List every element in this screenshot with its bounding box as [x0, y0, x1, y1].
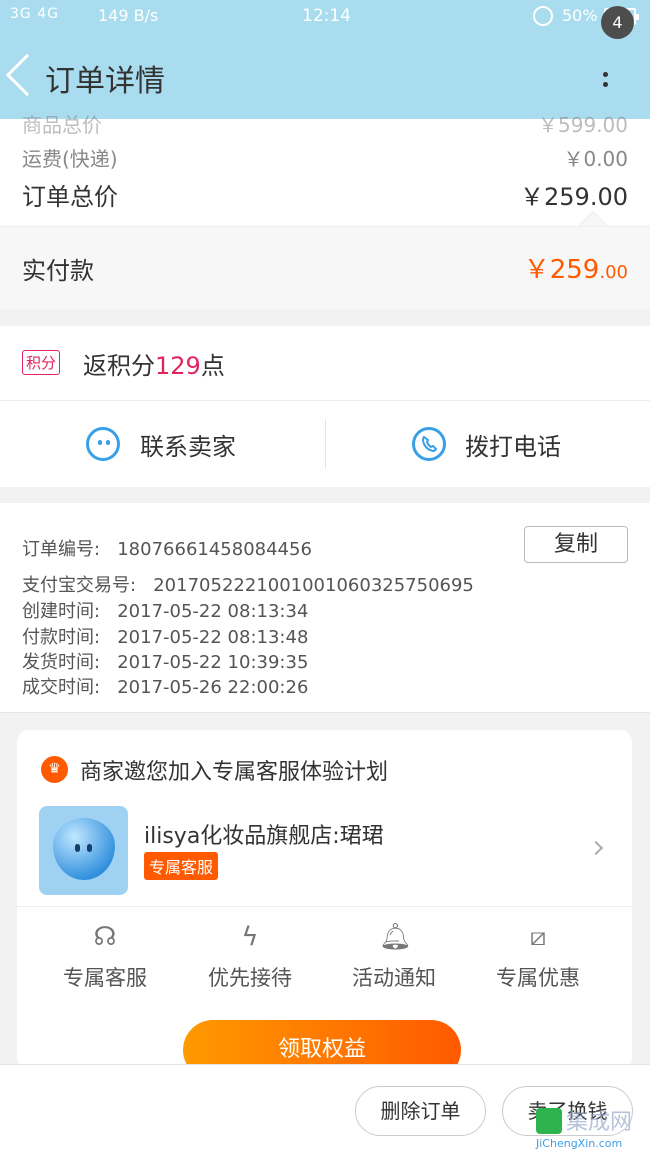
price-summary: 商品总价 ￥599.00 运费(快递) ￥0.00 订单总价 ￥259.00 — [0, 113, 650, 240]
message-count-badge[interactable]: 4 — [601, 6, 634, 39]
delete-order-button[interactable]: 删除订单 — [355, 1086, 486, 1136]
order-total-value: ￥259.00 — [520, 183, 628, 211]
contact-seller-label: 联系卖家 — [140, 433, 236, 461]
points-tag: 积分 — [22, 350, 61, 375]
feature-notification: 🔔︎ 活动通知 — [324, 922, 464, 992]
feature-priority: ϟ 优先接待 — [180, 922, 320, 992]
shipping-value: ￥0.00 — [563, 147, 628, 171]
chevron-right-icon — [588, 840, 604, 856]
ticket-icon: ⧄ — [529, 922, 547, 952]
feature-label: 专属优惠 — [496, 966, 580, 990]
divider — [325, 419, 326, 469]
service-plan-title: 商家邀您加入专属客服体验计划 — [80, 760, 389, 785]
created-time: 创建时间: 2017-05-22 08:13:34 — [22, 601, 309, 622]
points-row: 积分 返积分129点 — [0, 326, 650, 400]
shipped-time: 发货时间: 2017-05-22 10:39:35 — [22, 652, 309, 673]
signal-indicator: 3G 4G — [10, 6, 59, 22]
order-info: 订单编号: 18076661458084456 复制 支付宝交易号: 20170… — [0, 503, 650, 713]
network-speed: 149 B/s — [98, 6, 159, 25]
alipay-trade-number: 支付宝交易号: 2017052221001001060325750695 — [22, 575, 474, 596]
feature-label: 专属客服 — [63, 966, 147, 990]
page-title: 订单详情 — [45, 64, 165, 99]
watermark: 集成网 JiChengXin.com — [532, 1104, 650, 1155]
points-text: 返积分129点 — [83, 346, 225, 381]
watermark-text: 集成网 — [566, 1110, 633, 1135]
divider — [17, 906, 632, 907]
points-amount: 129 — [155, 352, 201, 380]
exclusive-service-tag: 专属客服 — [144, 852, 219, 880]
goods-total-value: ￥599.00 — [538, 113, 628, 137]
shipping-label: 运费(快递) — [22, 147, 118, 171]
contact-row: 联系卖家 拨打电话 — [0, 400, 650, 487]
feature-label: 活动通知 — [352, 966, 436, 990]
clock: 12:14 — [302, 6, 351, 26]
paid-value-decimal: .00 — [599, 262, 628, 283]
order-number: 订单编号: 18076661458084456 — [22, 539, 312, 560]
shop-service-row[interactable]: ilisya化妆品旗舰店:珺珺 专属客服 — [17, 800, 632, 904]
service-plan-card: ♛ 商家邀您加入专属客服体验计划 ilisya化妆品旗舰店:珺珺 专属客服 ☊ … — [17, 730, 632, 1080]
header: 订单详情 — [0, 32, 650, 119]
more-menu-icon[interactable] — [596, 68, 620, 92]
battery-percent: 50% — [562, 6, 598, 25]
copy-button[interactable]: 复制 — [524, 526, 628, 563]
paid-label: 实付款 — [22, 257, 94, 285]
shop-name: ilisya化妆品旗舰店:珺珺 — [144, 824, 384, 849]
goods-total-label: 商品总价 — [22, 113, 102, 137]
completed-time: 成交时间: 2017-05-26 22:00:26 — [22, 677, 309, 698]
rotation-lock-icon — [533, 6, 553, 26]
paid-value-main: ￥259 — [523, 255, 600, 285]
feature-exclusive-service: ☊ 专属客服 — [35, 922, 175, 992]
watermark-url: JiChengXin.com — [536, 1137, 623, 1150]
call-phone-button[interactable]: 拨打电话 — [412, 425, 612, 465]
feature-label: 优先接待 — [208, 966, 292, 990]
bell-icon: 🔔︎ — [379, 922, 413, 952]
contact-seller-button[interactable]: 联系卖家 — [86, 425, 286, 465]
feature-discount: ⧄ 专属优惠 — [468, 922, 608, 992]
paid-amount-row: 实付款 ￥259.00 — [0, 226, 650, 309]
watermark-logo-icon — [536, 1108, 562, 1134]
phone-icon — [412, 427, 446, 461]
avatar — [39, 806, 128, 895]
points-suffix: 点 — [200, 352, 225, 380]
status-bar: 3G 4G 149 B/s 12:14 50% — [0, 0, 650, 32]
call-phone-label: 拨打电话 — [465, 433, 561, 461]
lightning-icon: ϟ — [241, 922, 259, 952]
order-total-label: 订单总价 — [22, 183, 118, 211]
headset-icon: ☊ — [93, 922, 117, 952]
crown-icon: ♛ — [41, 756, 68, 783]
back-arrow-icon[interactable] — [5, 53, 49, 97]
paid-value: ￥259.00 — [524, 249, 628, 286]
chat-face-icon — [86, 427, 120, 461]
paid-time: 付款时间: 2017-05-22 08:13:48 — [22, 627, 309, 648]
points-prefix: 返积分 — [83, 352, 155, 380]
